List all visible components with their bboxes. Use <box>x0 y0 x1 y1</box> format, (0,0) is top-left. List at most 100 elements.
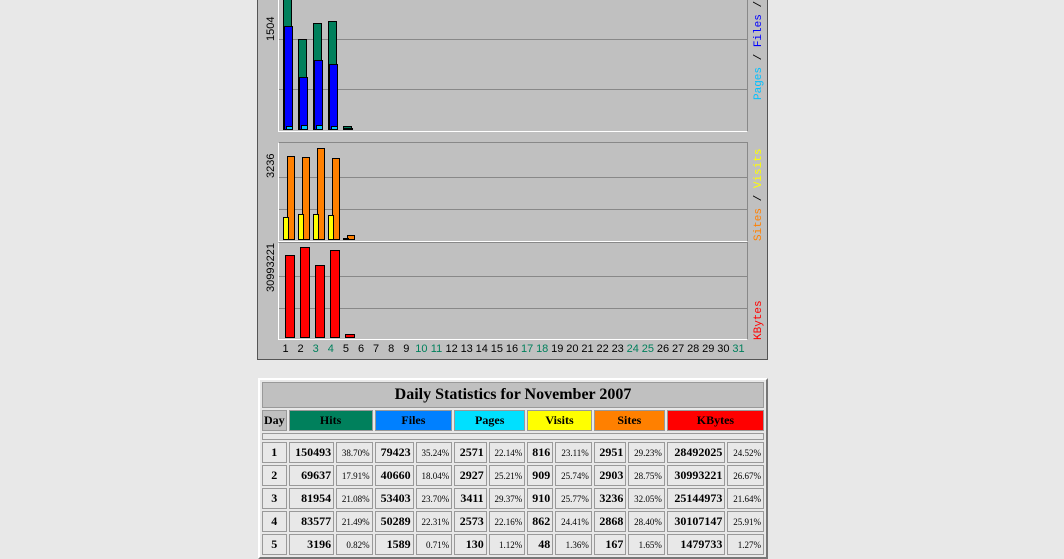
daily-usage-graph: 1504 Pages / Files / Hits 3236 Sites / V… <box>257 0 768 360</box>
visits-bar-day-2 <box>298 214 305 240</box>
visits-bar-day-3 <box>313 214 320 240</box>
kbytes-bar-day-4 <box>330 250 341 338</box>
day-label-27: 27 <box>671 343 685 355</box>
day-label-28: 28 <box>687 343 700 355</box>
day-cell: 3 <box>262 488 287 509</box>
hits-percent: 21.08% <box>336 488 373 509</box>
files-percent: 35.24% <box>415 442 453 463</box>
kbytes-panel <box>278 242 748 340</box>
day-label-30: 30 <box>717 343 730 355</box>
day-label-21: 21 <box>581 343 594 355</box>
pages-bar-day-5 <box>346 128 354 130</box>
day-label-12: 12 <box>445 343 458 355</box>
day-label-7: 7 <box>373 343 380 355</box>
day-label-31: 31 <box>732 343 745 355</box>
files-bar-day-3 <box>314 60 324 130</box>
sites-percent: 32.05% <box>628 488 665 509</box>
day-label-5: 5 <box>342 343 349 355</box>
day-label-25: 25 <box>641 343 655 355</box>
hits-legend-part-1: / <box>753 47 765 67</box>
pages-percent: 1.12% <box>488 534 526 555</box>
hits-legend-part-3: / <box>753 0 765 15</box>
pages-value: 3411 <box>454 488 487 509</box>
sites-value: 3236 <box>593 488 627 509</box>
sites-percent: 28.75% <box>628 465 665 486</box>
pages-bar-day-2 <box>301 125 309 130</box>
day-label-13: 13 <box>460 343 473 355</box>
table-title: Daily Statistics for November 2007 <box>262 382 764 408</box>
pages-percent: 22.16% <box>488 511 526 532</box>
table-row: 3 81954 21.08% 53403 23.70% 3411 29.37% 910 25.7… <box>262 488 764 509</box>
hits-value: 3196 <box>288 534 335 555</box>
kbytes-value: 28492025 <box>666 442 726 463</box>
hits-files-pages-panel <box>278 0 748 132</box>
files-percent: 23.70% <box>415 488 453 509</box>
table-row: 1 150493 38.70% 79423 35.24% 2571 22.14% 816 23.… <box>262 442 764 463</box>
visits-bar-day-1 <box>283 216 289 240</box>
day-label-26: 26 <box>656 343 670 355</box>
kbytes-legend: KBytes <box>753 296 765 340</box>
files-bar-day-1 <box>284 26 293 130</box>
table-header-row: Day Hits Files Pages Visits Sites KBytes <box>262 410 764 431</box>
pages-bar-day-1 <box>286 125 293 130</box>
day-label-14: 14 <box>475 343 488 355</box>
files-value: 40660 <box>374 465 414 486</box>
visits-percent: 24.41% <box>555 511 592 532</box>
visits-value: 909 <box>527 465 554 486</box>
files-value: 53403 <box>374 488 414 509</box>
day-label-18: 18 <box>536 343 549 355</box>
day-label-10: 10 <box>415 343 428 355</box>
hits-percent: 17.91% <box>336 465 373 486</box>
day-label-15: 15 <box>490 343 504 355</box>
day-label-29: 29 <box>702 343 715 355</box>
day-axis: 1 2 3 4 5 6 7 8 9 10 11 12 13 14 15 16 17 18 19 20 21 22 23 24 2… <box>278 343 748 357</box>
visits-bar-day-5 <box>343 238 350 240</box>
header-day: Day <box>262 410 287 431</box>
sites-legend-part-1: / <box>753 188 765 208</box>
visits-value: 910 <box>527 488 554 509</box>
pages-value: 2571 <box>454 442 487 463</box>
header-visits: Visits <box>527 410 592 431</box>
hits-value: 83577 <box>288 511 335 532</box>
files-percent: 0.71% <box>415 534 453 555</box>
header-pages: Pages <box>454 410 526 431</box>
day-cell: 5 <box>262 534 287 555</box>
kbytes-bar-day-5 <box>345 333 356 338</box>
kbytes-percent: 26.67% <box>727 465 764 486</box>
day-label-22: 22 <box>596 343 609 355</box>
table-row: 2 69637 17.91% 40660 18.04% 2927 25.21% 909 25.7… <box>262 465 764 486</box>
table-row: 5 3196 0.82% 1589 0.71% 130 1.12% 48 1.36% 167 1.6… <box>262 534 764 555</box>
visits-value: 48 <box>527 534 554 555</box>
sites-value: 2868 <box>593 511 627 532</box>
kbytes-bar-day-1 <box>285 254 295 338</box>
day-label-8: 8 <box>388 343 395 355</box>
day-label-9: 9 <box>403 343 410 355</box>
header-hits: Hits <box>288 410 373 431</box>
day-label-3: 3 <box>312 343 319 355</box>
day-label-19: 19 <box>551 343 564 355</box>
sites-value: 2903 <box>593 465 627 486</box>
day-label-4: 4 <box>327 343 334 355</box>
kbytes-value: 1479733 <box>666 534 726 555</box>
kbytes-value: 30107147 <box>666 511 726 532</box>
kbytes-percent: 25.91% <box>727 511 764 532</box>
sites-visits-panel <box>278 142 748 242</box>
files-percent: 22.31% <box>415 511 453 532</box>
day-label-1: 1 <box>282 343 289 355</box>
files-bar-day-2 <box>299 76 309 130</box>
files-value: 50289 <box>374 511 414 532</box>
visits-value: 862 <box>527 511 554 532</box>
header-sites: Sites <box>593 410 665 431</box>
header-files: Files <box>374 410 453 431</box>
visits-percent: 25.77% <box>555 488 592 509</box>
hits-legend: Pages / Files / Hits <box>753 0 765 100</box>
day-label-16: 16 <box>505 343 519 355</box>
pages-bar-day-3 <box>316 124 324 130</box>
day-cell: 1 <box>262 442 287 463</box>
day-label-6: 6 <box>357 343 365 355</box>
hits-value: 150493 <box>288 442 335 463</box>
day-cell: 4 <box>262 511 287 532</box>
sites-value: 2951 <box>593 442 627 463</box>
hits-axis-max-label: 1504 <box>265 16 277 41</box>
sites-legend: Sites / Visits <box>753 149 765 241</box>
